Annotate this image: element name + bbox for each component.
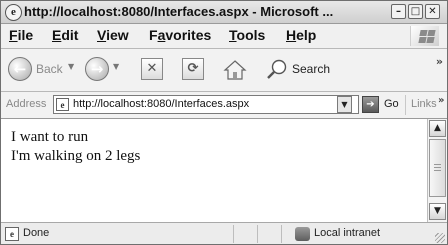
scroll-up-button[interactable]: ▲ xyxy=(429,120,446,137)
address-bar: Address e http://localhost:8080/Interfac… xyxy=(1,92,447,119)
home-icon[interactable] xyxy=(223,59,247,81)
maximize-button[interactable]: □ xyxy=(408,4,423,19)
forward-button[interactable]: → xyxy=(85,57,109,81)
scroll-down-button[interactable]: ▼ xyxy=(429,203,446,220)
refresh-icon: ⟳ xyxy=(187,61,199,76)
go-arrow-icon[interactable]: ➔ xyxy=(362,96,379,113)
back-arrow-icon: ← xyxy=(13,60,27,78)
address-dropdown-button[interactable]: ▼ xyxy=(337,96,352,113)
status-bar: e Done Local intranet xyxy=(1,222,447,244)
address-input[interactable]: e http://localhost:8080/Interfaces.aspx xyxy=(53,95,359,114)
links-label[interactable]: Links xyxy=(411,98,437,110)
content-line: I want to run xyxy=(11,129,89,145)
menu-favorites[interactable]: Favorites xyxy=(149,27,211,43)
page-status-icon: e xyxy=(5,227,19,241)
stop-button[interactable]: ✕ xyxy=(141,58,163,80)
back-dropdown-icon[interactable]: ▼ xyxy=(68,62,74,71)
status-text: Done xyxy=(23,227,50,239)
stop-icon: ✕ xyxy=(146,61,158,76)
title-bar[interactable]: e http://localhost:8080/Interfaces.aspx … xyxy=(1,1,447,24)
menu-tools[interactable]: Tools xyxy=(229,27,265,43)
status-divider xyxy=(257,225,258,243)
toolbar-overflow-icon[interactable]: » xyxy=(436,55,443,68)
menu-bar: File Edit View Favorites Tools Help xyxy=(1,24,447,49)
browser-window: e http://localhost:8080/Interfaces.aspx … xyxy=(0,0,448,245)
menu-view[interactable]: View xyxy=(97,27,129,43)
close-button[interactable]: ✕ xyxy=(425,4,440,19)
page-content: I want to run I'm walking on 2 legs xyxy=(1,119,427,222)
scroll-thumb[interactable] xyxy=(429,139,446,197)
address-url: http://localhost:8080/Interfaces.aspx xyxy=(73,98,250,110)
ie-logo-icon: e xyxy=(5,4,22,21)
links-overflow-icon[interactable]: » xyxy=(438,95,444,106)
search-button[interactable]: Search xyxy=(292,62,330,76)
menu-help[interactable]: Help xyxy=(286,27,316,43)
back-label: Back xyxy=(36,62,63,76)
vertical-scrollbar[interactable]: ▲ ▼ xyxy=(427,119,447,222)
page-icon: e xyxy=(56,98,69,111)
status-divider xyxy=(281,225,282,243)
windows-logo-icon xyxy=(410,26,439,46)
go-button[interactable]: Go xyxy=(384,98,399,110)
minimize-button[interactable]: – xyxy=(391,4,406,19)
standard-toolbar: ← Back ▼ → ▼ ✕ ⟳ Search » xyxy=(1,49,447,92)
status-divider xyxy=(233,225,234,243)
intranet-zone-icon xyxy=(295,227,310,241)
resize-grip[interactable] xyxy=(435,233,445,243)
security-zone-label: Local intranet xyxy=(314,227,381,239)
window-title: http://localhost:8080/Interfaces.aspx - … xyxy=(24,4,334,19)
content-line: I'm walking on 2 legs xyxy=(11,148,141,164)
search-icon[interactable] xyxy=(266,58,288,80)
refresh-button[interactable]: ⟳ xyxy=(182,58,204,80)
forward-arrow-icon: → xyxy=(90,60,104,78)
menu-file[interactable]: File xyxy=(9,27,33,43)
address-divider xyxy=(405,95,406,115)
menu-edit[interactable]: Edit xyxy=(52,27,78,43)
back-button[interactable]: ← xyxy=(8,57,32,81)
forward-dropdown-icon[interactable]: ▼ xyxy=(113,62,119,71)
address-label: Address xyxy=(6,98,47,110)
